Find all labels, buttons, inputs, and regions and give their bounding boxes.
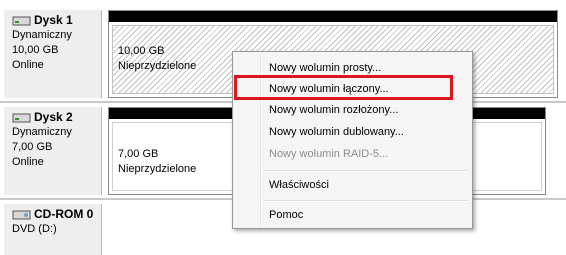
disk-1-type: Dynamiczny [12, 29, 72, 41]
disk-1-partition-size: 10,00 GB [118, 45, 165, 57]
menu-item-new-mirrored-volume[interactable]: Nowy wolumin dublowany... [269, 122, 404, 142]
disk-2-name: Dysk 2 [34, 110, 73, 124]
cdrom-0-label[interactable]: CD-ROM 0 DVD (D:) [4, 204, 102, 255]
disk-2-size: 7,00 GB [12, 141, 53, 153]
disk-1-status: Online [12, 59, 44, 71]
disk-icon [12, 113, 31, 122]
highlight-box [234, 75, 453, 100]
disk-2-label[interactable]: Dysk 2 Dynamiczny 7,00 GB Online [4, 107, 102, 195]
disk-icon [12, 16, 31, 25]
cd-drive-icon [12, 210, 31, 219]
disk-1-partition-state: Nieprzydzielone [118, 60, 197, 72]
disk-2-type: Dynamiczny [12, 126, 72, 138]
menu-separator [263, 170, 469, 172]
disk-2-status: Online [12, 156, 44, 168]
partition-header [109, 11, 557, 22]
disk-management-view: Dysk 1 Dynamiczny 10,00 GB Online 10,00 … [0, 0, 566, 255]
disk-2-partition-state: Nieprzydzielone [118, 163, 197, 175]
disk-2-partition-size: 7,00 GB [118, 148, 159, 160]
menu-item-properties[interactable]: Właściwości [269, 175, 329, 195]
cdrom-0-type: DVD (D:) [12, 223, 57, 235]
menu-separator [263, 200, 469, 202]
menu-item-new-raid5-volume: Nowy wolumin RAID-5... [269, 148, 389, 160]
menu-item-new-striped-volume[interactable]: Nowy wolumin rozłożony... [269, 100, 398, 120]
disk-1-size: 10,00 GB [12, 44, 59, 56]
disk-1-label[interactable]: Dysk 1 Dynamiczny 10,00 GB Online [4, 10, 102, 98]
menu-item-help[interactable]: Pomoc [269, 205, 303, 225]
cdrom-0-name: CD-ROM 0 [34, 207, 94, 221]
disk-1-name: Dysk 1 [34, 13, 73, 27]
